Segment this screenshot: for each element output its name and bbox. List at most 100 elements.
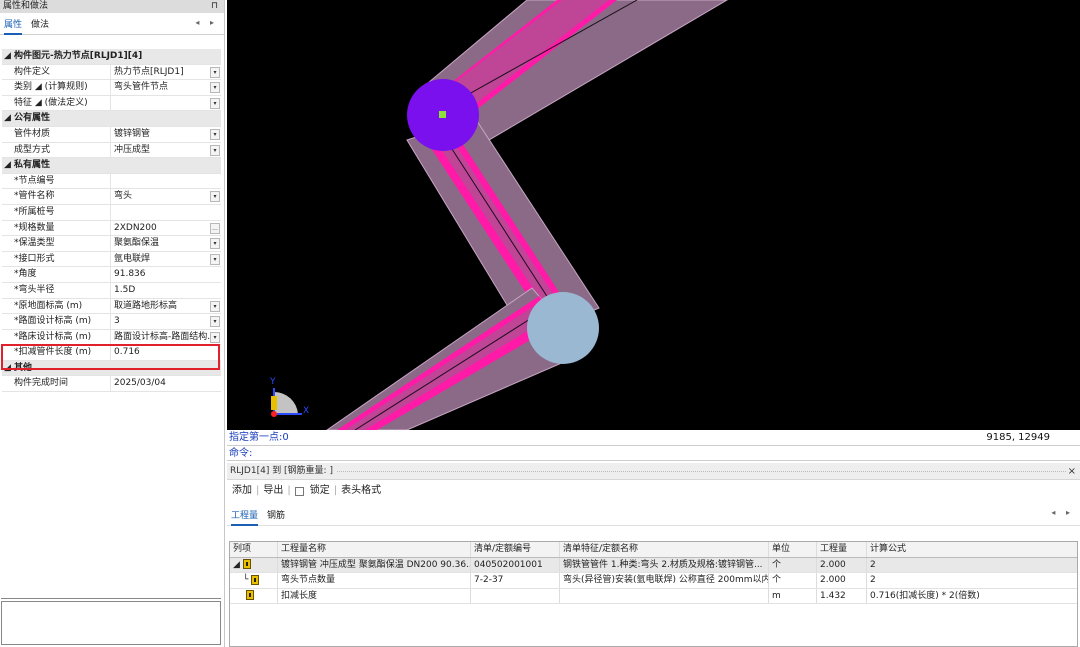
table-cell-unit[interactable]: 个 <box>769 573 817 588</box>
column-header[interactable]: 单位 <box>769 542 817 557</box>
property-row[interactable]: *规格数量 2XDN200… <box>2 220 221 237</box>
property-value[interactable]: 取道路地形标高 ▾ <box>111 299 221 314</box>
table-cell-qty[interactable]: 2.000 <box>817 573 867 588</box>
property-row[interactable]: *接口形式 氩电联焊 ▾ <box>2 251 221 268</box>
tab-scroll-arrows-icon[interactable]: ◂ ▸ <box>195 18 218 27</box>
node-grip-icon[interactable] <box>439 111 446 118</box>
property-row[interactable]: *保温类型 聚氨酯保温 ▾ <box>2 236 221 252</box>
property-value[interactable]: 冲压成型 ▾ <box>111 143 221 158</box>
property-value[interactable]: 3 ▾ <box>111 314 221 329</box>
property-key: 成型方式 <box>2 142 111 158</box>
property-row[interactable]: 构件完成时间 2025/03/04 <box>2 376 221 393</box>
table-cell-formula[interactable]: 0.716(扣减长度) * 2(倍数) <box>867 589 1077 604</box>
dropdown-arrow-icon[interactable]: ▾ <box>210 66 220 78</box>
property-row[interactable]: *节点编号 <box>2 173 221 190</box>
dropdown-arrow-icon[interactable]: ▾ <box>210 331 220 343</box>
property-row[interactable]: *角度 91.836 <box>2 267 221 283</box>
table-row[interactable]: ◢ 镀锌钢管 冲压成型 聚氨酯保温 DN200 90.36... 040502001… <box>230 557 1077 573</box>
dropdown-arrow-icon[interactable]: ▾ <box>210 300 220 312</box>
tab-quantity[interactable]: 工程量 <box>231 508 259 526</box>
column-header[interactable]: 清单特征/定额名称 <box>560 542 769 557</box>
property-value[interactable]: 1.5D <box>111 283 221 298</box>
property-row[interactable]: 类别 ◢ (计算规则) 弯头管件节点 ▾ <box>2 80 221 96</box>
property-row[interactable]: 成型方式 冲压成型 ▾ <box>2 142 221 159</box>
command-input[interactable]: 命令: <box>227 447 1080 461</box>
property-value[interactable]: 弯头管件节点 ▾ <box>111 80 221 95</box>
table-cell-name[interactable]: 弯头节点数量 <box>278 573 471 588</box>
property-value[interactable]: 热力节点[RLJD1] ▾ <box>111 65 221 80</box>
row-tree-cell[interactable]: └ <box>230 573 278 588</box>
dropdown-arrow-icon[interactable]: ▾ <box>210 253 220 265</box>
table-cell-feature[interactable]: 钢铁管管件 1.种类:弯头 2.材质及规格:镀锌钢管... <box>560 557 769 572</box>
lock-checkbox[interactable] <box>294 486 304 496</box>
table-cell-feature[interactable] <box>560 588 769 603</box>
node-circle-icon[interactable] <box>527 292 599 364</box>
row-tree-cell[interactable]: ◢ <box>230 557 278 572</box>
property-row[interactable]: *原地面标高 (m) 取道路地形标高 ▾ <box>2 298 221 315</box>
table-row[interactable]: └ 弯头节点数量 7-2-37 弯头(异径管)安装(氩电联焊) 公称直径 200mm以… <box>230 573 1077 589</box>
table-cell-unit[interactable]: m <box>769 588 817 603</box>
table-cell-name[interactable]: 扣减长度 <box>278 588 471 603</box>
dropdown-arrow-icon[interactable]: ▾ <box>210 316 220 328</box>
dropdown-arrow-icon[interactable]: ▾ <box>210 238 220 250</box>
property-row[interactable]: *路面设计标高 (m) 3 ▾ <box>2 314 221 330</box>
dropdown-arrow-icon[interactable]: ▾ <box>210 82 220 94</box>
export-button[interactable]: 导出 <box>263 480 283 502</box>
property-group-header[interactable]: ◢ 构件图元-热力节点[RLJD1][4] <box>2 49 221 65</box>
property-value[interactable]: 2025/03/04 <box>111 376 221 391</box>
property-row[interactable]: 特征 ◢ (做法定义) ▾ <box>2 95 221 112</box>
close-icon[interactable]: × <box>1068 463 1076 480</box>
dropdown-arrow-icon[interactable]: ▾ <box>210 128 220 140</box>
table-cell-qty[interactable]: 2.000 <box>817 557 867 572</box>
property-value[interactable]: 弯头 ▾ <box>111 189 221 204</box>
property-value[interactable]: 91.836 <box>111 267 221 282</box>
property-row[interactable]: *管件名称 弯头 ▾ <box>2 189 221 205</box>
drawing-canvas[interactable]: Y X <box>227 0 1080 430</box>
property-value[interactable] <box>111 174 221 189</box>
ellipsis-button-icon[interactable]: … <box>210 222 220 234</box>
header-format-button[interactable]: 表头格式 <box>341 480 381 502</box>
property-value[interactable] <box>111 205 221 220</box>
table-cell-code[interactable]: 7-2-37 <box>471 573 560 588</box>
property-group-header[interactable]: ◢ 私有属性 <box>2 158 221 174</box>
dropdown-arrow-icon[interactable]: ▾ <box>210 144 220 156</box>
table-cell-name[interactable]: 镀锌钢管 冲压成型 聚氨酯保温 DN200 90.36... <box>278 557 471 572</box>
property-row[interactable]: 构件定义 热力节点[RLJD1] ▾ <box>2 64 221 81</box>
property-value[interactable]: 路面设计标高-路面结构... ▾ <box>111 330 221 345</box>
dropdown-arrow-icon[interactable]: ▾ <box>210 97 220 109</box>
table-cell-unit[interactable]: 个 <box>769 557 817 572</box>
property-value[interactable]: 聚氨酯保温 ▾ <box>111 236 221 251</box>
column-header[interactable]: 工程量名称 <box>278 542 471 557</box>
property-group-header[interactable]: ◢ 公有属性 <box>2 111 221 127</box>
dropdown-arrow-icon[interactable]: ▾ <box>210 191 220 203</box>
property-value[interactable]: 氩电联焊 ▾ <box>111 252 221 267</box>
property-value[interactable]: 镀锌钢管 ▾ <box>111 127 221 142</box>
table-cell-formula[interactable]: 2 <box>867 558 1077 573</box>
property-row[interactable]: *所属桩号 <box>2 204 221 221</box>
lock-label[interactable]: 锁定 <box>310 480 330 502</box>
tab-rebar[interactable]: 钢筋 <box>267 508 285 521</box>
tree-expander[interactable]: └ <box>243 575 248 585</box>
property-row[interactable]: *弯头半径 1.5D <box>2 282 221 299</box>
tree-expander[interactable]: ◢ <box>233 560 240 570</box>
column-header[interactable]: 工程量 <box>817 542 867 557</box>
tab-properties[interactable]: 属性 <box>4 17 23 35</box>
property-row[interactable]: *路床设计标高 (m) 路面设计标高-路面结构... ▾ <box>2 329 221 346</box>
property-row[interactable]: 管件材质 镀锌钢管 ▾ <box>2 126 221 143</box>
row-tree-cell[interactable] <box>230 588 278 603</box>
add-button[interactable]: 添加 <box>232 480 252 502</box>
table-cell-qty[interactable]: 1.432 <box>817 588 867 603</box>
column-header[interactable]: 列项 <box>230 542 278 557</box>
table-cell-formula[interactable]: 2 <box>867 573 1077 588</box>
table-row[interactable]: 扣减长度 m 1.432 0.716(扣减长度) * 2(倍数) <box>230 588 1077 604</box>
pin-icon[interactable]: ⊓ <box>211 0 218 13</box>
table-cell-feature[interactable]: 弯头(异径管)安装(氩电联焊) 公称直径 200mm以内 <box>560 573 769 588</box>
property-value[interactable]: ▾ <box>111 96 221 111</box>
column-header[interactable]: 计算公式 <box>867 542 1077 557</box>
table-cell-code[interactable]: 040502001001 <box>471 557 560 572</box>
property-value[interactable]: 2XDN200… <box>111 221 221 236</box>
table-cell-code[interactable] <box>471 588 560 603</box>
tab-methods[interactable]: 做法 <box>31 17 49 30</box>
column-header[interactable]: 清单/定额编号 <box>471 542 560 557</box>
tab-scroll-arrows-icon[interactable]: ◂ ▸ <box>1051 508 1074 517</box>
